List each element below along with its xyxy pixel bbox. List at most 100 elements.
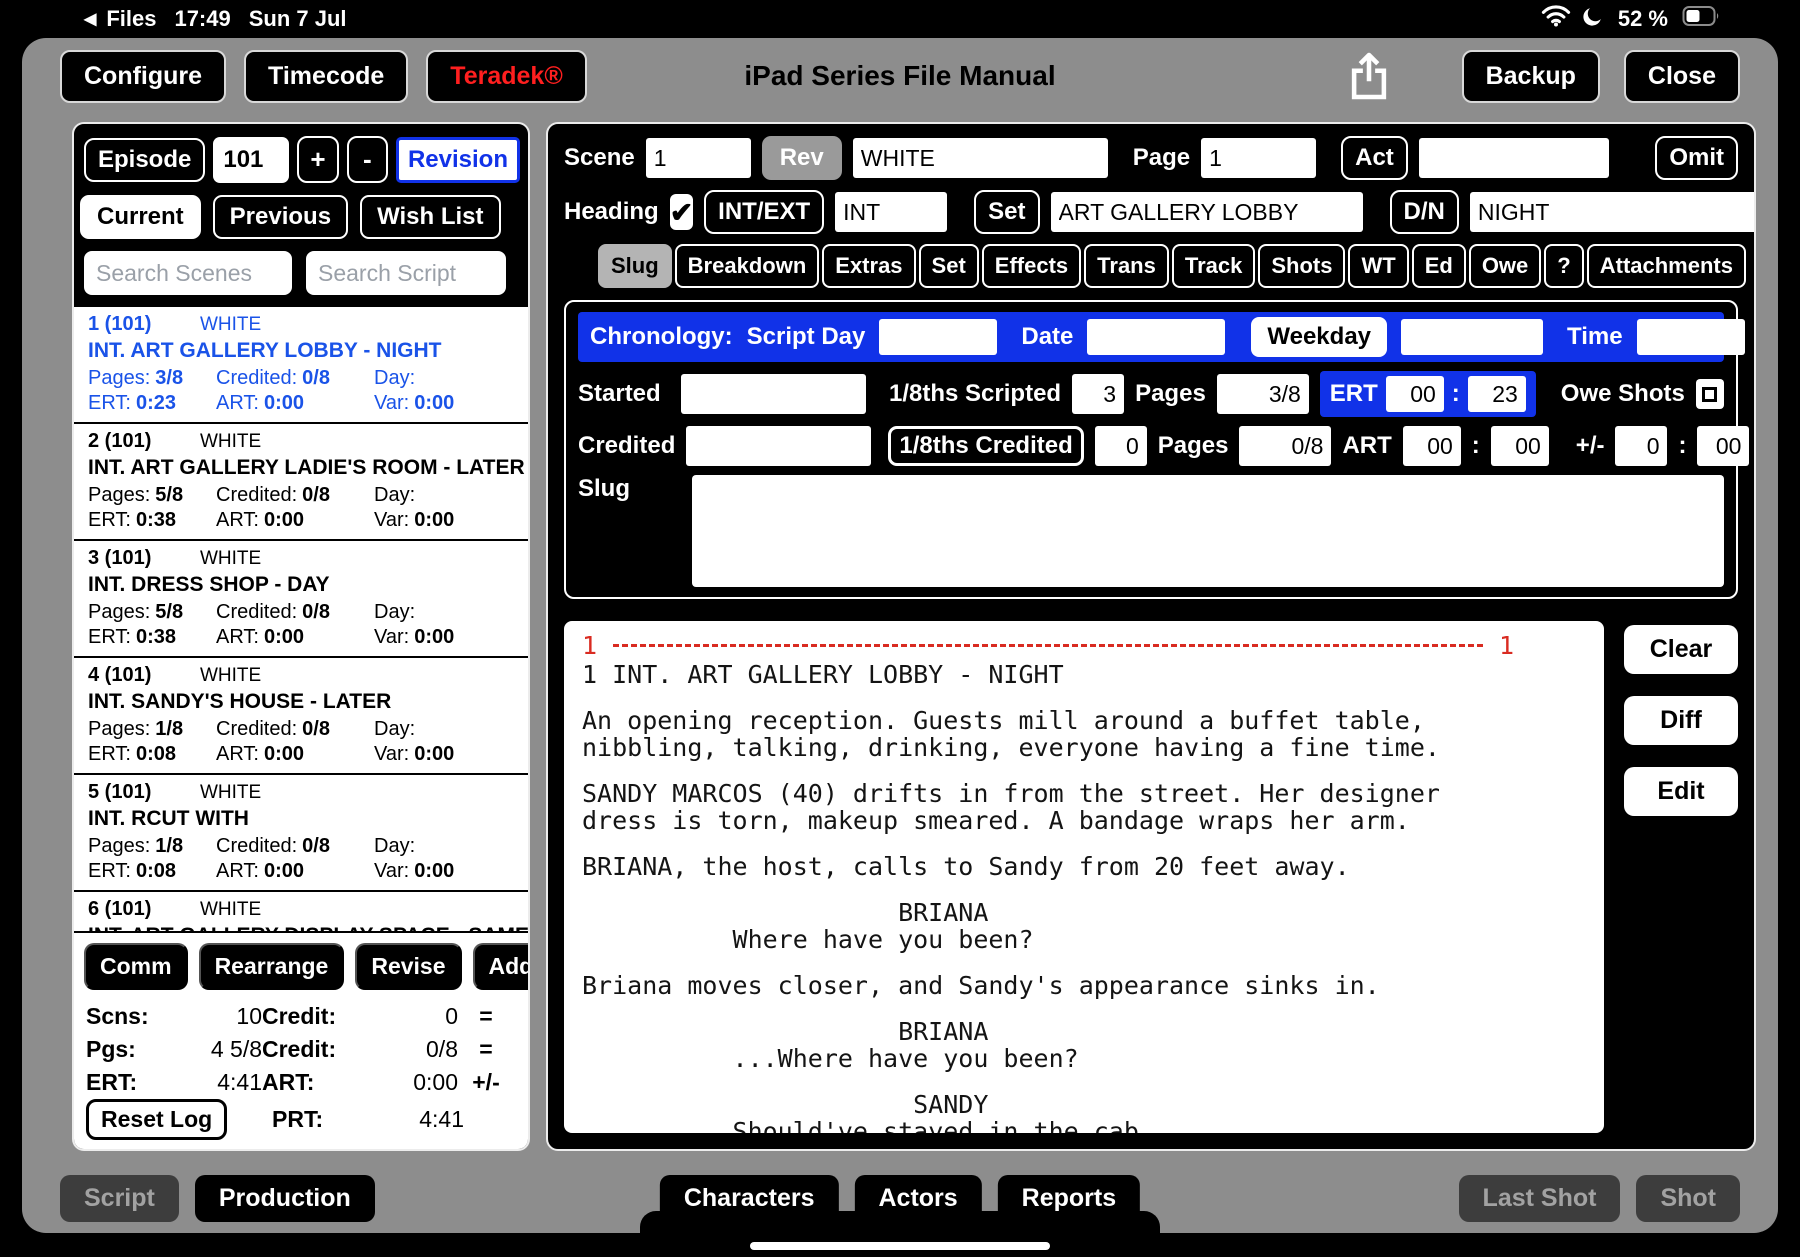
configure-button[interactable]: Configure — [60, 49, 227, 103]
scene-action-button[interactable]: Comm — [84, 943, 188, 990]
act-button[interactable]: Act — [1341, 136, 1408, 180]
timecode-button[interactable]: Timecode — [244, 49, 409, 103]
bottom-toolbar-button[interactable]: Production — [194, 1174, 375, 1222]
weekday-button[interactable]: Weekday — [1251, 317, 1388, 357]
bottom-toolbar-button[interactable]: Script — [60, 1174, 179, 1222]
scene-list-item[interactable]: 3 (101) WHITE INT. DRESS SHOP - DAY Page… — [74, 541, 528, 658]
art-hours-input[interactable] — [1402, 426, 1461, 466]
editor-tab[interactable]: Slug — [598, 244, 672, 288]
backup-button[interactable]: Backup — [1461, 49, 1600, 103]
back-to-app-icon[interactable]: ◀ — [84, 9, 96, 29]
omit-button[interactable]: Omit — [1655, 136, 1738, 180]
eighths-scripted-input[interactable] — [1072, 374, 1125, 414]
episode-decrement-button[interactable]: - — [346, 136, 388, 183]
credited-input[interactable] — [686, 426, 872, 466]
int-ext-button[interactable]: INT/EXT — [704, 190, 825, 234]
teradek-button[interactable]: Teradek® — [426, 49, 587, 103]
scene-list-tab[interactable]: Current — [80, 195, 201, 239]
editor-tab[interactable]: Extras — [822, 244, 916, 288]
editor-tab[interactable]: Effects — [981, 244, 1082, 288]
script-line: 1 INT. ART GALLERY LOBBY - NIGHT — [582, 660, 1064, 689]
editor-tab[interactable]: Breakdown — [674, 244, 820, 288]
revision-button[interactable]: Revision — [395, 136, 520, 183]
variance-hours-input[interactable] — [1615, 426, 1668, 466]
owe-shots-checkbox[interactable] — [1695, 379, 1724, 409]
started-input[interactable] — [681, 374, 867, 414]
scene-list-tab[interactable]: Wish List — [360, 195, 501, 239]
act-input[interactable] — [1418, 138, 1609, 178]
episode-header: Episode + - Revision — [74, 124, 528, 193]
scene-list-tab[interactable]: Previous — [212, 195, 349, 239]
pages-scripted-input[interactable] — [1216, 374, 1309, 414]
scene-list-item[interactable]: 4 (101) WHITE INT. SANDY'S HOUSE - LATER… — [74, 658, 528, 775]
editor-tab[interactable]: Ed — [1411, 244, 1466, 288]
scene-action-button[interactable]: Rearrange — [198, 943, 345, 990]
script-side-button[interactable]: Clear — [1624, 625, 1738, 674]
scene-action-button[interactable]: Add — [472, 943, 528, 990]
variance-minutes-input[interactable] — [1697, 426, 1750, 466]
day-night-button[interactable]: D/N — [1389, 190, 1459, 234]
editor-tab[interactable]: WT — [1348, 244, 1409, 288]
scene-var-value: 0:00 — [414, 860, 455, 882]
editor-tab[interactable]: Shots — [1258, 244, 1346, 288]
scene-pages-value: 5/8 — [155, 601, 184, 623]
editor-tab[interactable]: Owe — [1468, 244, 1542, 288]
heading-checkbox[interactable]: ✔ — [669, 194, 694, 230]
episode-increment-button[interactable]: + — [297, 136, 339, 183]
script-line: SANDY — [582, 1090, 989, 1119]
editor-tab[interactable]: Track — [1171, 244, 1256, 288]
editor-tab[interactable]: Trans — [1084, 244, 1169, 288]
status-date: Sun 7 Jul — [248, 6, 347, 31]
editor-tab[interactable]: Set — [918, 244, 979, 288]
day-night-input[interactable] — [1469, 192, 1754, 232]
pages-credited-input[interactable] — [1239, 426, 1332, 466]
revision-color-input[interactable] — [852, 138, 1108, 178]
slug-textarea[interactable] — [692, 475, 1724, 587]
set-button[interactable]: Set — [974, 190, 1040, 234]
art-minutes-input[interactable] — [1490, 426, 1549, 466]
scene-list-item[interactable]: 1 (101) WHITE INT. ART GALLERY LOBBY - N… — [74, 307, 528, 424]
script-line: Where have you been? — [582, 925, 1034, 954]
home-indicator[interactable] — [750, 1242, 1050, 1250]
scene-times-row: ERT: 0:38 ART: 0:00 Var: 0:00 — [88, 626, 455, 648]
scene-revision-color: WHITE — [200, 782, 262, 803]
scene-list-item[interactable]: 2 (101) WHITE INT. ART GALLERY LADIE'S R… — [74, 424, 528, 541]
script-page-ruler: 1 1 — [582, 629, 1600, 661]
script-preview[interactable]: 1 1 1 INT. ART GALLERY LOBBY - NIGHT An … — [564, 621, 1604, 1133]
scene-action-button[interactable]: Revise — [355, 943, 462, 990]
ert-hours-input[interactable] — [1385, 376, 1444, 412]
search-scenes-input[interactable] — [84, 251, 292, 295]
scene-number: 3 (101) — [88, 547, 152, 569]
script-side-button[interactable]: Edit — [1624, 767, 1738, 816]
int-ext-input[interactable] — [835, 192, 948, 232]
set-input[interactable] — [1050, 192, 1363, 232]
page-number-right: 1 — [1498, 630, 1514, 660]
script-side-button[interactable]: Diff — [1624, 696, 1738, 745]
scene-number-input[interactable] — [645, 138, 751, 178]
search-script-input[interactable] — [306, 251, 506, 295]
editor-tab[interactable]: Attachments — [1586, 244, 1746, 288]
episode-button[interactable]: Episode — [84, 137, 206, 182]
reset-log-button[interactable]: Reset Log — [86, 1099, 228, 1140]
close-button[interactable]: Close — [1623, 49, 1740, 103]
weekday-input[interactable] — [1401, 319, 1544, 355]
page-input[interactable] — [1201, 138, 1317, 178]
scene-list-item[interactable]: 6 (101) WHITE INT. ART GALLERY DISPLAY S… — [74, 892, 528, 931]
back-to-app-label[interactable]: Files — [106, 6, 156, 32]
editor-tab[interactable]: ? — [1544, 244, 1584, 288]
rev-button[interactable]: Rev — [761, 136, 842, 180]
scene-list-item[interactable]: 5 (101) WHITE INT. RCUT WITH Pages: 1/8 C… — [74, 775, 528, 892]
bottom-toolbar: Script Production Characters Actors Repo… — [22, 1163, 1778, 1233]
eighths-credited-input[interactable] — [1094, 426, 1147, 466]
scene-revision-color: WHITE — [200, 314, 262, 335]
eighths-credited-button[interactable]: 1/8ths Credited — [888, 426, 1084, 466]
bottom-toolbar-button[interactable]: Shot — [1636, 1174, 1740, 1222]
ert-minutes-input[interactable] — [1467, 376, 1526, 412]
script-day-input[interactable] — [879, 319, 998, 355]
time-input[interactable] — [1636, 319, 1745, 355]
date-input[interactable] — [1087, 319, 1226, 355]
scene-ert-value: 0:38 — [135, 509, 177, 531]
share-icon[interactable] — [1348, 51, 1390, 101]
bottom-toolbar-button[interactable]: Last Shot — [1458, 1174, 1621, 1222]
episode-number-input[interactable] — [213, 136, 290, 183]
